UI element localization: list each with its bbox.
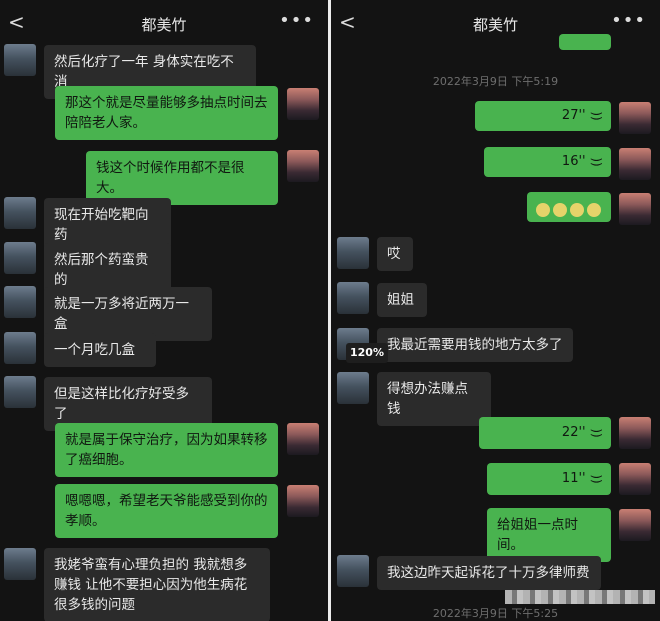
message-bubble-sent[interactable]: 那这个就是尽量能够多抽点时间去陪陪老人家。 (55, 86, 278, 140)
zoom-indicator: 120% (346, 343, 388, 363)
my-avatar[interactable] (619, 102, 651, 134)
smile-emoji-icon (553, 203, 567, 217)
voice-message[interactable]: 16'' )) (484, 147, 611, 177)
smile-emoji-icon (587, 203, 601, 217)
message-bubble-received[interactable]: 姐姐 (377, 283, 427, 317)
message-bubble-received[interactable]: 哎 (377, 237, 413, 271)
contact-avatar[interactable] (4, 197, 36, 229)
voice-duration: 11'' (561, 471, 586, 486)
message-bubble-received[interactable]: 我最近需要用钱的地方太多了 (377, 328, 573, 362)
contact-avatar[interactable] (337, 237, 369, 269)
message-bubble-sent[interactable]: 给姐姐一点时间。 (487, 508, 611, 562)
contact-avatar[interactable] (4, 376, 36, 408)
my-avatar[interactable] (287, 88, 319, 120)
message-bubble-sent[interactable]: 嗯嗯嗯，希望老天爷能感受到你的孝顺。 (55, 484, 278, 538)
my-avatar[interactable] (287, 423, 319, 455)
watermark-mosaic (505, 590, 655, 604)
emoji-message[interactable] (527, 192, 611, 222)
my-avatar[interactable] (619, 509, 651, 541)
left-chat-panel: < 都美竹 ••• 然后化疗了一年 身体实在吃不消 那这个就是尽量能够多抽点时间… (0, 0, 328, 621)
message-bubble-received[interactable]: 我这边昨天起诉花了十万多律师费 (377, 556, 601, 590)
voice-duration: 16'' (561, 154, 586, 169)
contact-avatar[interactable] (337, 555, 369, 587)
chat-header: < 都美竹 ••• (0, 0, 328, 46)
timestamp: 2022年3月9日 下午5:25 (432, 607, 559, 620)
contact-avatar[interactable] (4, 548, 36, 580)
message-bubble-sent[interactable]: 钱这个时候作用都不是很大。 (86, 151, 278, 205)
contact-avatar[interactable] (4, 286, 36, 318)
my-avatar[interactable] (619, 417, 651, 449)
voice-wave-icon: )) (589, 474, 604, 484)
more-options-icon[interactable]: ••• (279, 10, 314, 31)
voice-wave-icon: )) (589, 111, 604, 121)
voice-wave-icon: )) (589, 428, 604, 438)
voice-message[interactable]: 22'' )) (479, 417, 611, 449)
my-avatar[interactable] (287, 485, 319, 517)
contact-avatar[interactable] (337, 372, 369, 404)
contact-avatar[interactable] (4, 242, 36, 274)
contact-avatar[interactable] (337, 282, 369, 314)
message-bubble-received[interactable]: 得想办法赚点钱 (377, 372, 491, 426)
my-avatar[interactable] (619, 148, 651, 180)
message-bubble-received[interactable]: 一个月吃几盒 (44, 333, 156, 367)
voice-wave-icon: )) (589, 157, 604, 167)
message-bubble-received[interactable]: 我姥爷蛮有心理负担的 我就想多赚钱 让他不要担心因为他生病花很多钱的问题 (44, 548, 270, 621)
voice-message[interactable]: 11'' )) (487, 463, 611, 495)
contact-avatar[interactable] (4, 44, 36, 76)
timestamp: 2022年3月9日 下午5:19 (432, 75, 559, 88)
smile-emoji-icon (570, 203, 584, 217)
my-avatar[interactable] (619, 463, 651, 495)
my-avatar[interactable] (287, 150, 319, 182)
message-bubble-sent[interactable]: 就是属于保守治疗，因为如果转移了癌细胞。 (55, 423, 278, 477)
message-bubble-sent[interactable] (559, 34, 611, 50)
more-options-icon[interactable]: ••• (611, 10, 646, 31)
right-chat-panel: < 都美竹 ••• 2022年3月9日 下午5:19 27'' )) 16'' … (331, 0, 660, 621)
smile-emoji-icon (536, 203, 550, 217)
voice-duration: 22'' (561, 425, 586, 440)
voice-message[interactable]: 27'' )) (475, 101, 611, 131)
voice-duration: 27'' (561, 108, 586, 123)
contact-avatar[interactable] (4, 332, 36, 364)
my-avatar[interactable] (619, 193, 651, 225)
